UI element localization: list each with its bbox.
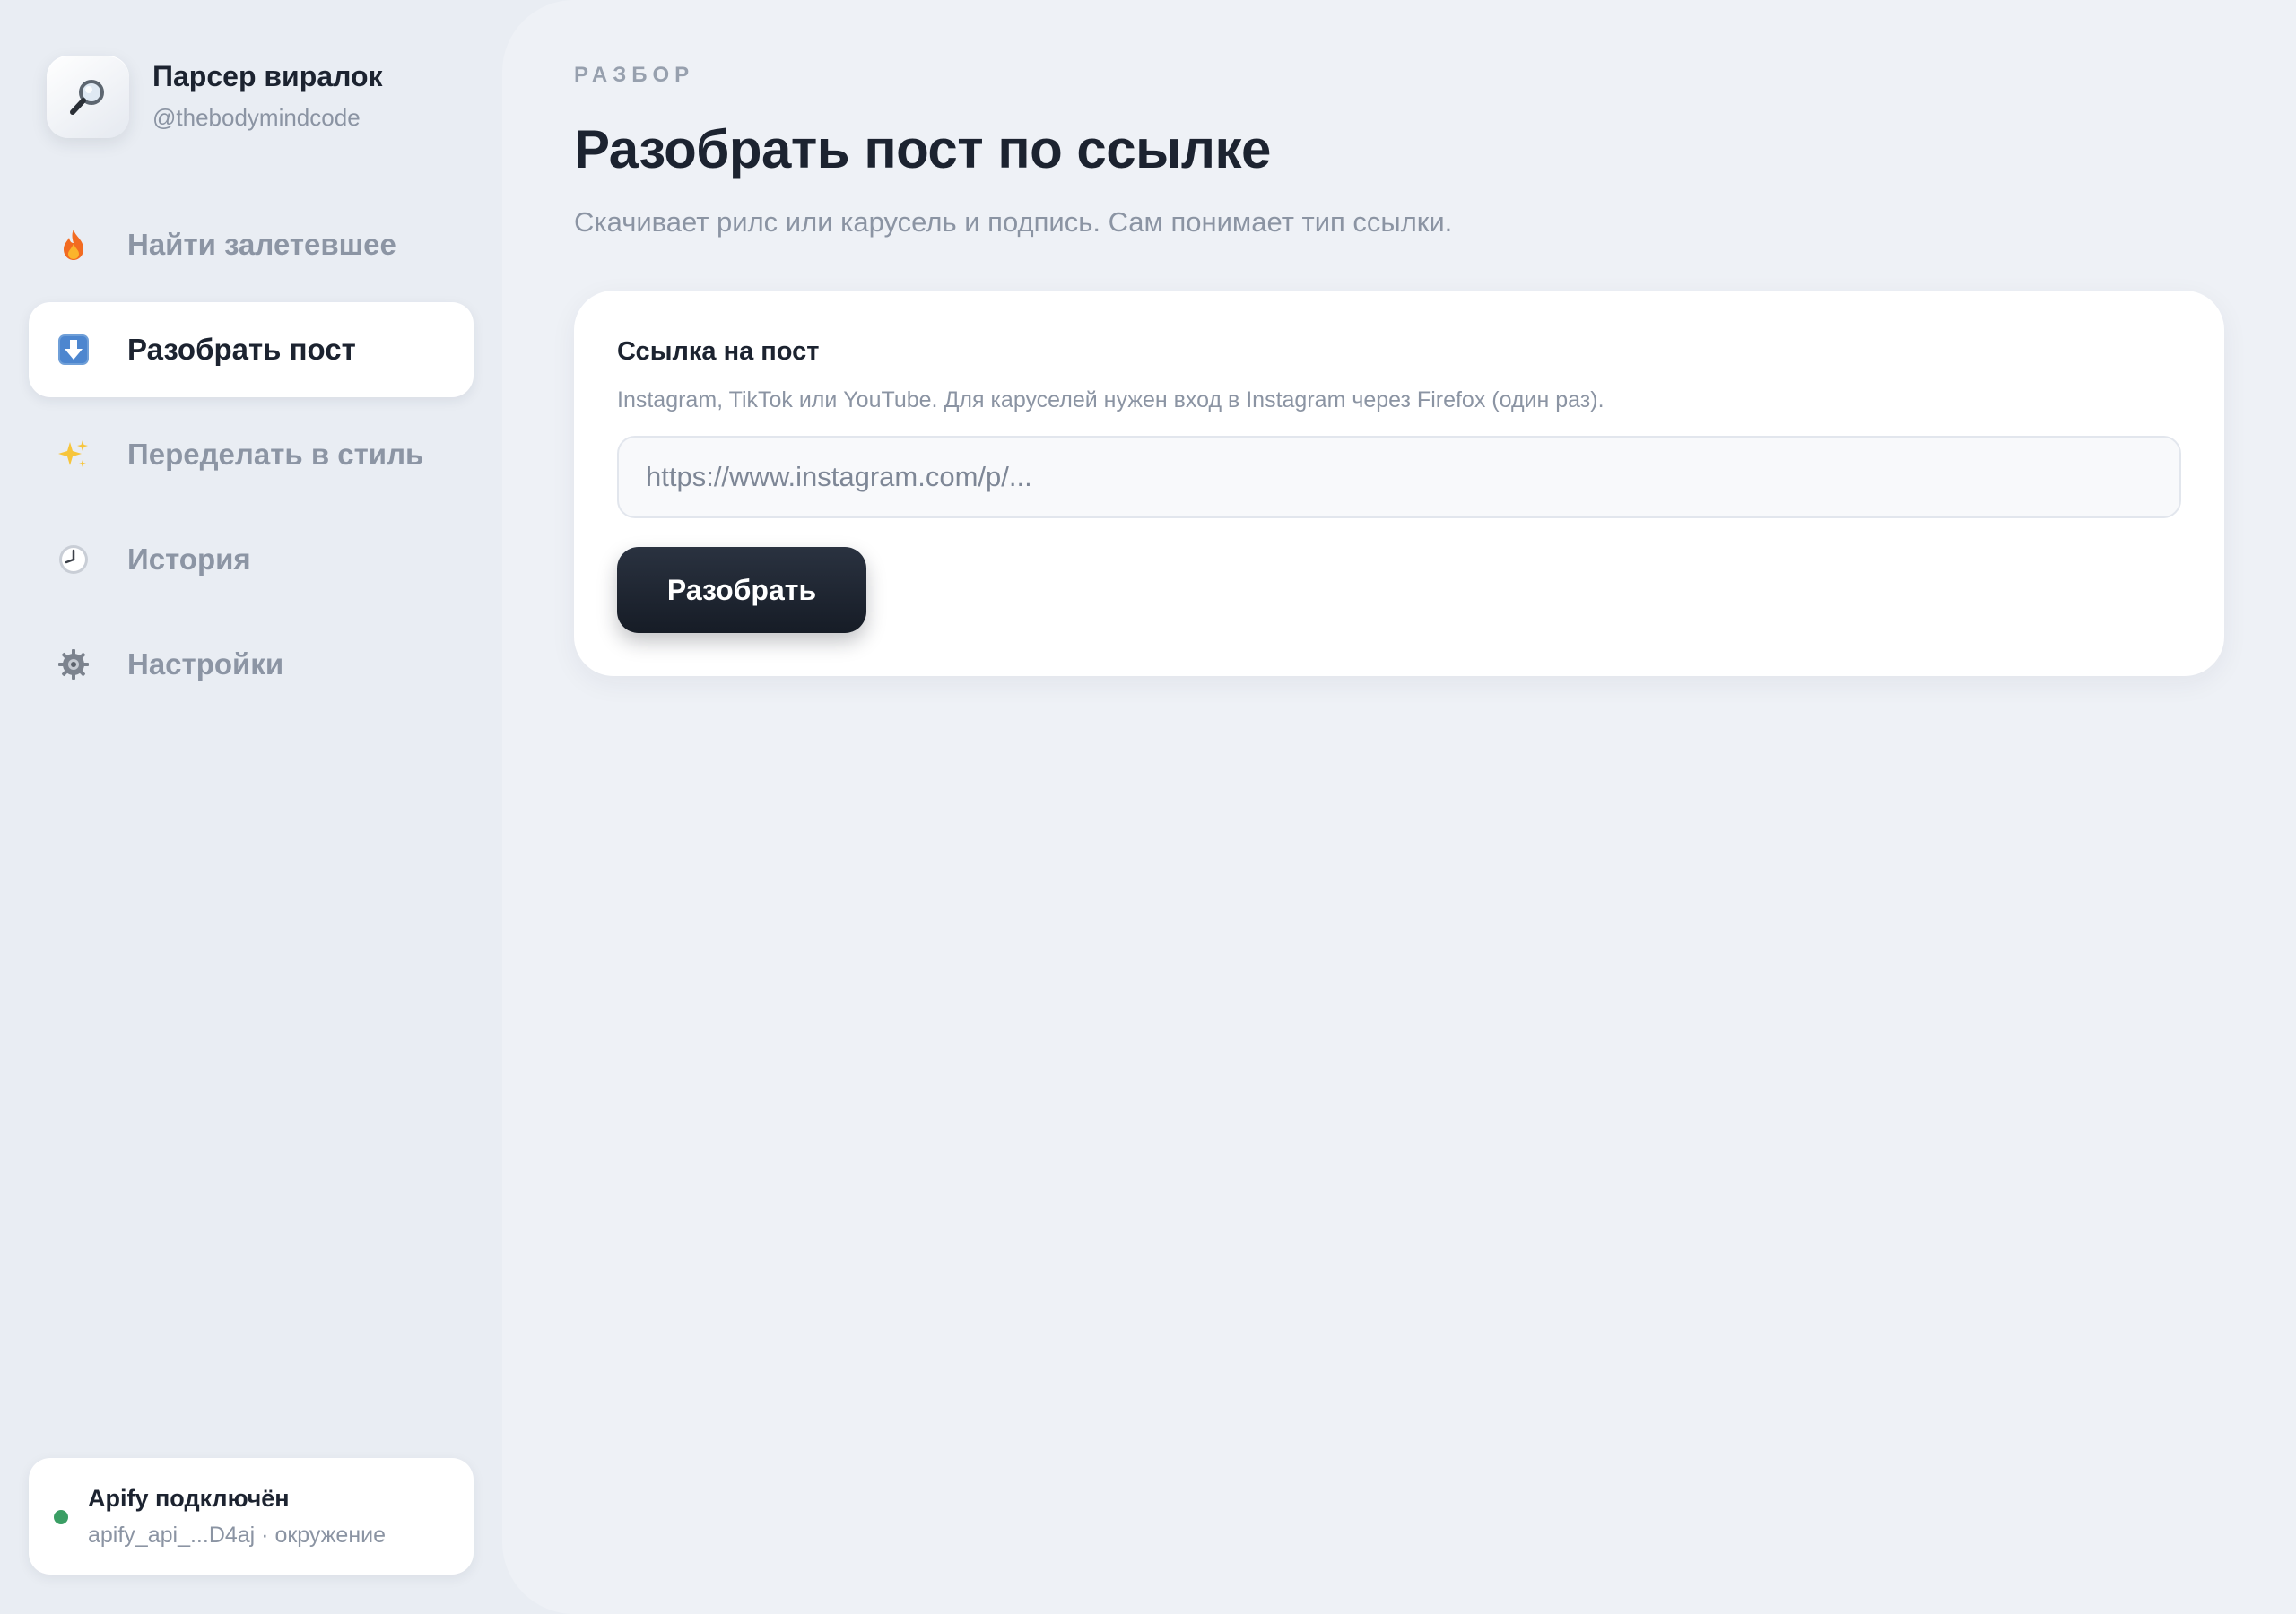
brand: Парсер виралок @thebodymindcode [47, 56, 383, 138]
account-handle: @thebodymindcode [152, 104, 361, 131]
sidebar-item-history[interactable]: История [29, 512, 474, 607]
parse-button[interactable]: Разобрать [617, 547, 866, 633]
sidebar-item-label: Переделать в стиль [127, 438, 424, 471]
parse-form-card: Ссылка на пост Instagram, TikTok или You… [574, 291, 2224, 676]
page-subtitle: Скачивает рилс или карусель и подпись. С… [574, 206, 1453, 238]
download-arrow-icon [56, 332, 91, 368]
post-url-label: Ссылка на пост [617, 337, 820, 366]
sidebar-item-settings[interactable]: Настройки [29, 617, 474, 712]
fire-icon [56, 227, 91, 263]
section-eyebrow: РАЗБОР [574, 63, 695, 87]
app-title: Парсер виралок [152, 60, 383, 92]
sidebar-item-label: Разобрать пост [127, 333, 356, 366]
page-title: Разобрать пост по ссылке [574, 119, 1271, 179]
sidebar-item-parse-post[interactable]: Разобрать пост [29, 302, 474, 397]
sidebar: Парсер виралок @thebodymindcode Найти за… [0, 0, 502, 1614]
magnifying-glass-icon [70, 80, 104, 115]
status-title: Apify подключён [88, 1485, 290, 1512]
sidebar-item-restyle[interactable]: Переделать в стиль [29, 407, 474, 502]
post-url-hint: Instagram, TikTok или YouTube. Для карус… [617, 387, 1605, 412]
sidebar-nav: Найти залетевшее Разобрать пост Передела… [29, 197, 474, 722]
post-url-input[interactable] [617, 436, 2181, 518]
connection-status-card: Apify подключён apify_api_...D4aj · окру… [29, 1458, 474, 1575]
app-logo [47, 56, 129, 138]
main-content: РАЗБОР Разобрать пост по ссылке Скачивае… [502, 0, 2296, 1614]
gear-icon [56, 646, 91, 682]
status-subtitle: apify_api_...D4aj · окружение [88, 1523, 386, 1548]
status-indicator-dot [54, 1510, 68, 1524]
sparkles-icon [56, 437, 91, 473]
clock-icon [56, 542, 91, 577]
sidebar-item-label: Найти залетевшее [127, 228, 396, 261]
sidebar-item-label: История [127, 542, 251, 576]
sidebar-item-label: Настройки [127, 647, 284, 681]
sidebar-item-find-viral[interactable]: Найти залетевшее [29, 197, 474, 292]
